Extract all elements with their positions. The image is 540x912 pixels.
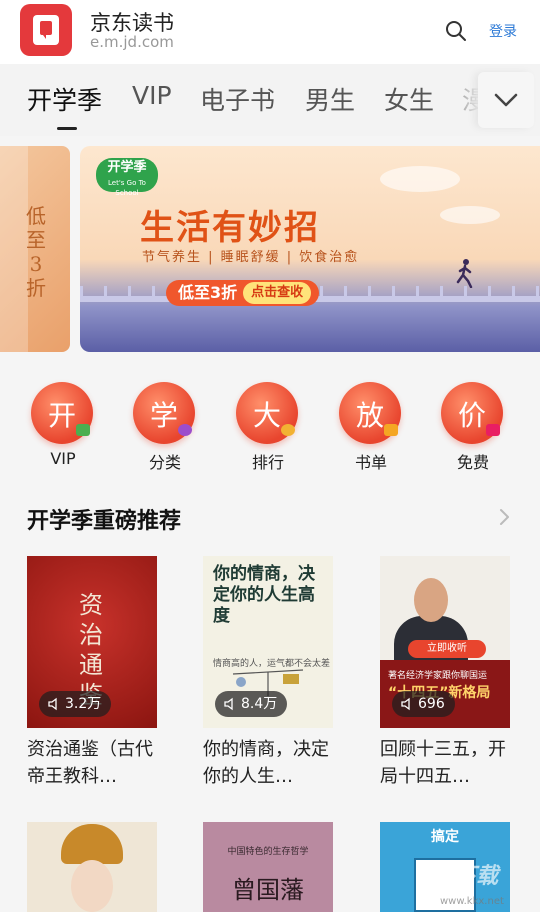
active-tab-indicator bbox=[57, 127, 77, 130]
category-classify[interactable]: 学 分类 bbox=[132, 380, 198, 474]
banner-subtitle: 节气养生 | 睡眠舒缓 | 饮食治愈 bbox=[142, 250, 360, 265]
tab-female[interactable]: 女生 bbox=[384, 81, 434, 117]
chevron-right-icon[interactable] bbox=[494, 507, 514, 527]
book-title[interactable]: 回顾十三五，开局十四五… bbox=[380, 736, 510, 790]
banner-badge: 开学季 Let's Go To School bbox=[96, 158, 158, 197]
play-count-badge: 696 bbox=[392, 691, 455, 717]
tab-kaixueji[interactable]: 开学季 bbox=[27, 81, 102, 117]
tab-ebook[interactable]: 电子书 bbox=[200, 81, 275, 117]
app-domain: e.m.jd.com bbox=[90, 33, 174, 51]
category-ranking[interactable]: 大 排行 bbox=[235, 380, 301, 474]
speaker-icon bbox=[224, 697, 233, 711]
play-count-badge: 8.4万 bbox=[215, 691, 288, 717]
banner-carousel[interactable]: 低至3折 开学季 Let's Go To School 生活有妙招 节气养生 |… bbox=[0, 146, 540, 354]
banner-cta-button[interactable]: 点击查收 bbox=[243, 282, 312, 304]
tab-vip[interactable]: VIP bbox=[132, 81, 172, 110]
tabs-fade bbox=[440, 64, 480, 136]
app-header: 京东读书 e.m.jd.com 登录 bbox=[0, 0, 540, 64]
category-booklist[interactable]: 放 书单 bbox=[338, 380, 404, 474]
site-watermark-url: www.kkx.net bbox=[440, 896, 504, 907]
channel-tabs: 开学季 VIP 电子书 男生 女生 漫 bbox=[0, 64, 540, 136]
tab-male[interactable]: 男生 bbox=[305, 81, 355, 117]
banner-discount-pill[interactable]: 低至3折 点击查收 bbox=[166, 280, 320, 306]
book-cover[interactable]: 你的情商，决定你的人生高度 情商高的人，运气都不会太差 8.4万 bbox=[203, 556, 333, 728]
banner-title: 生活有妙招 bbox=[140, 208, 320, 248]
play-count-badge: 3.2万 bbox=[39, 691, 112, 717]
book-cover[interactable]: 中国特色的生存哲学 曾国藩 bbox=[203, 822, 333, 912]
banner-prev-slide[interactable]: 低至3折 bbox=[0, 146, 70, 352]
login-link[interactable]: 登录 bbox=[489, 21, 517, 41]
chevron-down-icon bbox=[494, 93, 518, 107]
book-cover[interactable] bbox=[27, 822, 157, 912]
section-title: 开学季重磅推荐 bbox=[27, 509, 182, 534]
search-icon[interactable] bbox=[444, 19, 468, 43]
category-vip[interactable]: 开 VIP bbox=[30, 380, 96, 474]
runner-illustration bbox=[456, 259, 473, 288]
speaker-icon bbox=[401, 697, 410, 711]
book-title[interactable]: 你的情商，决定你的人生… bbox=[203, 736, 333, 790]
speaker-icon bbox=[48, 697, 57, 711]
app-logo-icon[interactable] bbox=[20, 4, 72, 56]
book-cover[interactable]: 立即收听 著名经济学家跟你聊国运 “十四五”新格局 696 bbox=[380, 556, 510, 728]
book-cover[interactable]: 资治通鉴 3.2万 bbox=[27, 556, 157, 728]
site-watermark: KK下载 bbox=[420, 864, 499, 889]
tabs-expand-button[interactable] bbox=[478, 72, 534, 128]
category-free[interactable]: 价 免费 bbox=[440, 380, 506, 474]
banner-slide[interactable]: 开学季 Let's Go To School 生活有妙招 节气养生 | 睡眠舒缓… bbox=[80, 146, 540, 352]
book-title[interactable]: 资治通鉴（古代帝王教科… bbox=[27, 736, 157, 790]
banner-side-text: 低至3折 bbox=[26, 204, 46, 300]
